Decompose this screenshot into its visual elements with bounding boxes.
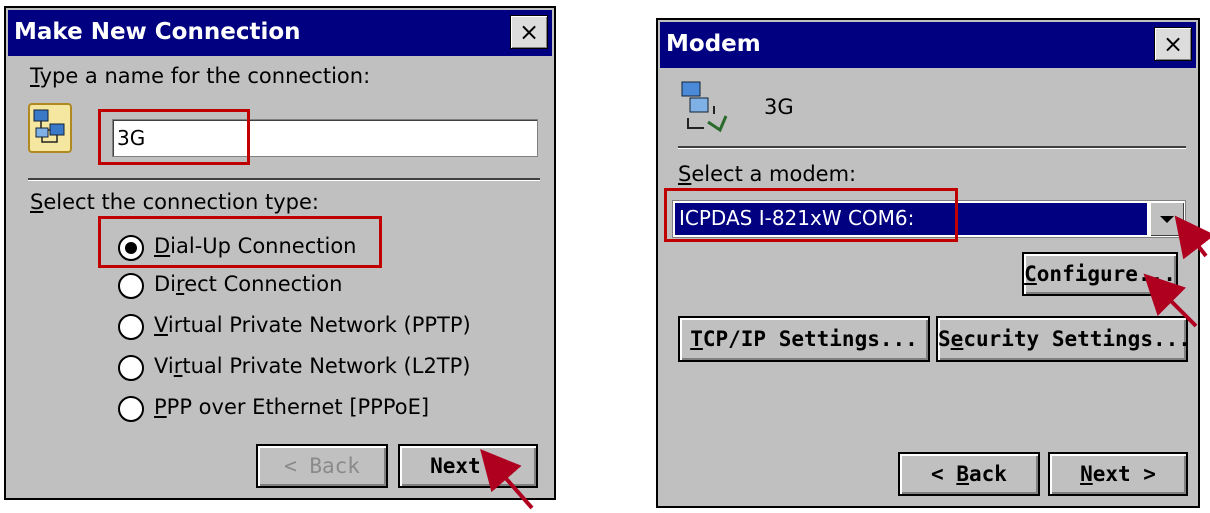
- annotation-arrows: [480, 215, 1210, 510]
- arrow-to-next: [480, 448, 534, 510]
- arrow-to-dropdown: [1174, 215, 1210, 260]
- arrow-to-configure: [1143, 273, 1198, 328]
